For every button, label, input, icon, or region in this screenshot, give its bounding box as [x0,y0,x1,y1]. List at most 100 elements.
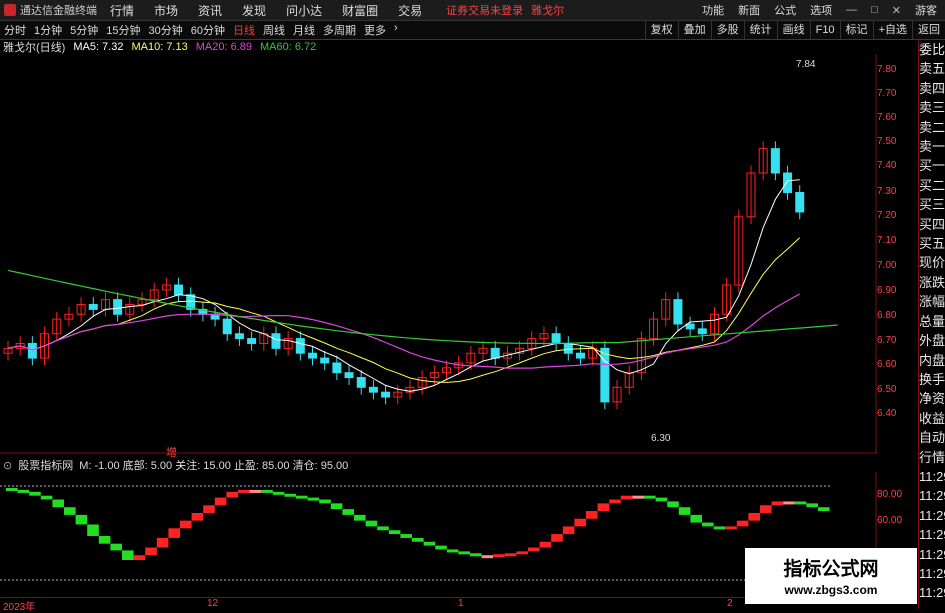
period-monthly[interactable]: 月线 [289,22,319,38]
tool-huaxian[interactable]: 画线 [776,21,810,39]
period-daily[interactable]: 日线 [229,22,259,38]
ma20-value: MA20: 6.89 [195,41,252,53]
side-label: 涨幅 [919,294,945,310]
indicator-block [818,507,830,512]
period-weekly[interactable]: 周线 [259,22,289,38]
indicator-block [354,514,366,521]
indicator-block [388,530,401,535]
menu-jiaoyi[interactable]: 交易 [388,2,432,19]
indicator-block [562,526,575,535]
tool-duogu[interactable]: 多股 [710,21,744,39]
menu-gongneng[interactable]: 功能 [702,2,724,18]
ma-info-bar: 雅戈尔(日线) MA5: 7.32 MA10: 7.13 MA20: 6.89 … [0,40,316,54]
tool-biaoji[interactable]: 标记 [839,21,873,39]
candle-body [368,386,378,393]
candle-body [770,148,780,174]
minimize-icon[interactable]: — [846,4,857,16]
price-tick: 6.70 [877,335,897,346]
indicator-block [678,507,691,515]
candle-body [600,347,610,403]
tool-fanhui[interactable]: 返回 [912,21,945,39]
candle-body [356,377,366,388]
candle-body [113,299,123,315]
top-stock-name: 雅戈尔 [531,5,565,17]
menu-shichang[interactable]: 市场 [144,2,188,19]
menu-wenxiaoda[interactable]: 问小达 [276,2,332,19]
indicator-block [667,501,679,508]
indicator-block [87,524,99,536]
side-label: 涨跌 [919,274,945,290]
indicator-block [446,549,459,553]
menu-hangqing[interactable]: 行情 [100,2,144,19]
menu-caifuquan[interactable]: 财富圈 [332,2,388,19]
indicator-params: M: -1.00 底部: 5.00 关注: 15.00 止盈: 85.00 清仓… [79,460,349,472]
tool-fuquan[interactable]: 复权 [644,21,678,39]
indicator-info-bar: ⊙ 股票指标网 M: -1.00 底部: 5.00 关注: 15.00 止盈: … [0,457,349,473]
indicator-block [620,495,633,500]
menu-xuanxiang[interactable]: 选项 [810,2,832,18]
indicator-block [133,555,146,560]
price-tick: 7.00 [877,260,897,271]
tool-f10[interactable]: F10 [809,21,840,39]
indicator-block [539,541,552,548]
indicator-block [771,501,784,506]
period-60min[interactable]: 60分钟 [187,22,229,38]
period-1min[interactable]: 1分钟 [30,22,66,38]
menu-xinmian[interactable]: 新面 [738,2,760,18]
price-tick: 6.90 [877,285,897,296]
menu-faxian[interactable]: 发现 [232,2,276,19]
menu-zixun[interactable]: 资讯 [188,2,232,19]
side-label: 买二 [919,177,945,193]
period-5min[interactable]: 5分钟 [66,22,102,38]
close-icon[interactable]: ✕ [892,4,901,17]
low-price-label: 6.30 [651,433,671,444]
indicator-block [481,555,494,559]
indicator-block [632,495,644,499]
indicator-block [6,488,18,491]
indicator-block [586,511,598,519]
candle-body [271,333,281,349]
indicator-block [29,491,41,496]
period-more[interactable]: 更多 [360,22,390,38]
tool-diejia[interactable]: 叠加 [677,21,711,39]
indicator-block [145,547,157,556]
side-label: 卖四 [919,80,945,96]
indicator-block [609,499,621,504]
indicator-block [504,553,517,557]
menu-youke[interactable]: 游客 [915,2,937,18]
candle-body [332,362,342,374]
period-fenshi[interactable]: 分时 [0,22,30,38]
tool-tongji[interactable]: 统计 [743,21,777,39]
indicator-block [40,495,53,500]
indicator-block [458,551,470,555]
indicator-block [168,528,180,538]
period-30min[interactable]: 30分钟 [145,22,187,38]
menu-gongshi[interactable]: 公式 [774,2,796,18]
side-label: 委比 [919,42,945,57]
login-notice[interactable]: 证券交易未登录 [446,2,523,18]
indicator-name[interactable]: 股票指标网 [18,457,73,473]
indicator-block [122,550,134,560]
tool-zixuan[interactable]: +自选 [872,21,912,39]
indicator-block [17,489,30,493]
candle-body [575,352,585,359]
chevron-right-icon[interactable]: › [390,22,402,38]
price-tick: 6.50 [877,384,897,395]
candlestick-chart[interactable] [0,54,877,454]
indicator-block [342,509,354,515]
period-multi[interactable]: 多周期 [319,22,360,38]
maximize-icon[interactable]: □ [871,4,878,16]
side-label: 净资 [919,391,945,407]
period-tabs: 分时 1分钟 5分钟 15分钟 30分钟 60分钟 日线 周线 月线 多周期 更… [0,22,402,38]
price-tick: 7.20 [877,210,897,221]
period-15min[interactable]: 15分钟 [102,22,144,38]
indicator-toggle-icon[interactable]: ⊙ [3,459,12,472]
indicator-block [470,553,482,557]
indicator-block [713,526,726,530]
indicator-block [191,512,204,521]
indicator-block [423,541,436,546]
side-label: 买五 [919,236,945,252]
ma60-line [7,269,838,345]
candle-body [673,299,683,325]
side-label: 卖二 [919,119,945,135]
